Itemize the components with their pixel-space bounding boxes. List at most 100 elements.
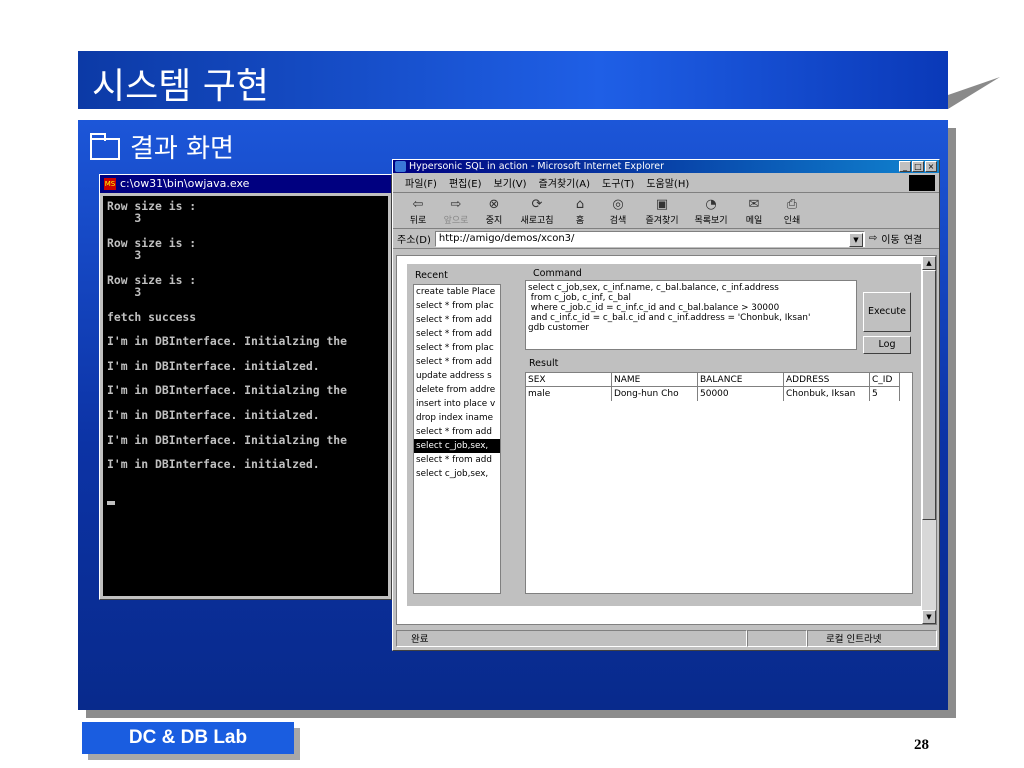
recent-item[interactable]: select * from add — [414, 425, 500, 439]
close-icon[interactable]: × — [925, 161, 937, 172]
execute-button[interactable]: Execute — [863, 292, 911, 332]
recent-label: Recent — [415, 270, 448, 281]
recent-item[interactable]: select * from plac — [414, 341, 500, 355]
menu-bar: 파일(F) 편집(E) 보기(V) 즐겨찾기(A) 도구(T) 도움말(H) — [393, 173, 939, 193]
forward-button[interactable]: ⇨ 앞으로 — [439, 197, 473, 228]
recent-item[interactable]: select * from add — [414, 355, 500, 369]
ie-titlebar[interactable]: Hypersonic SQL in action - Microsoft Int… — [393, 160, 939, 173]
recent-item[interactable]: select * from add — [414, 453, 500, 467]
result-body: male Dong-hun Cho 50000 Chonbuk, Iksan 5 — [526, 387, 912, 401]
home-button[interactable]: ⌂ 홈 — [563, 197, 597, 228]
console-window[interactable]: MS c:\ow31\bin\owjava.exe Row size is : … — [99, 174, 392, 600]
console-output: Row size is : 3 Row size is : 3 Row size… — [103, 196, 388, 596]
stop-label: 중지 — [485, 216, 503, 226]
menu-file[interactable]: 파일(F) — [405, 175, 437, 190]
column-header[interactable]: ADDRESS — [784, 373, 870, 387]
history-label: 목록보기 — [694, 216, 728, 226]
refresh-button[interactable]: ⟳ 새로고침 — [515, 197, 559, 228]
favorites-icon: ▣ — [655, 197, 669, 212]
print-icon: ⎙ — [786, 197, 798, 212]
windows-logo-icon — [909, 175, 935, 191]
console-lines: Row size is : 3 Row size is : 3 Row size… — [107, 199, 348, 472]
scroll-thumb[interactable] — [922, 270, 936, 520]
column-header[interactable]: BALANCE — [698, 373, 784, 387]
msdos-icon: MS — [104, 178, 116, 190]
recent-item[interactable]: delete from addre — [414, 383, 500, 397]
recent-item[interactable]: drop index iname — [414, 411, 500, 425]
mail-icon: ✉ — [748, 197, 760, 212]
back-button[interactable]: ⇦ 뒤로 — [401, 197, 435, 228]
scroll-down-icon[interactable]: ▼ — [922, 610, 936, 624]
ie-window[interactable]: Hypersonic SQL in action - Microsoft Int… — [392, 159, 940, 651]
console-titlebar[interactable]: MS c:\ow31\bin\owjava.exe — [100, 175, 391, 193]
column-header[interactable]: NAME — [612, 373, 698, 387]
result-label: Result — [529, 358, 559, 369]
address-label: 주소(D) — [397, 235, 431, 246]
minimize-icon[interactable]: _ — [899, 161, 911, 172]
search-button[interactable]: ◎ 검색 — [601, 197, 635, 228]
history-icon: ◔ — [705, 197, 717, 212]
menu-tools[interactable]: 도구(T) — [602, 175, 634, 190]
page-vertical-scrollbar[interactable]: ▲ ▼ — [922, 256, 936, 624]
recent-item[interactable]: insert into place v — [414, 397, 500, 411]
menu-favorites[interactable]: 즐겨찾기(A) — [539, 175, 590, 190]
recent-item[interactable]: select * from plac — [414, 299, 500, 313]
log-button[interactable]: Log — [863, 336, 911, 354]
menu-help[interactable]: 도움말(H) — [646, 175, 689, 190]
recent-item[interactable]: select * from add — [414, 327, 500, 341]
folder-icon — [90, 132, 120, 160]
slide-title: 시스템 구현 — [92, 66, 270, 107]
recent-item[interactable]: update address s — [414, 369, 500, 383]
sql-applet: Recent create table Place select * from p… — [407, 264, 921, 606]
maximize-icon[interactable]: □ — [912, 161, 924, 172]
command-textarea[interactable]: select c_job,sex, c_inf.name, c_bal.bala… — [525, 280, 857, 350]
recent-item[interactable]: select c_job,sex, — [414, 439, 500, 453]
result-table: SEX NAME BALANCE ADDRESS C_ID male Dong-hun C… — [525, 372, 913, 594]
address-input[interactable]: http://amigo/demos/xcon3/ — [434, 230, 865, 247]
column-header[interactable]: SEX — [526, 373, 612, 387]
recent-item[interactable]: create table Place — [414, 285, 500, 299]
console-cursor — [107, 501, 115, 506]
slide-title-bar: 시스템 구현 — [78, 51, 948, 109]
forward-label: 앞으로 — [443, 216, 469, 226]
address-bar: 주소(D) http://amigo/demos/xcon3/ ⇨ 이동 연결 — [393, 229, 939, 249]
mail-button[interactable]: ✉ 메일 — [737, 197, 771, 228]
go-arrow-icon: ⇨ — [868, 233, 878, 244]
mail-label: 메일 — [745, 216, 763, 226]
history-button[interactable]: ◔ 목록보기 — [689, 197, 733, 228]
go-button[interactable]: 이동 — [881, 231, 899, 246]
console-title: c:\ow31\bin\owjava.exe — [120, 177, 250, 190]
table-row[interactable]: male Dong-hun Cho 50000 Chonbuk, Iksan 5 — [526, 387, 912, 401]
page-content: Recent create table Place select * from p… — [396, 255, 937, 625]
stop-icon: ⊗ — [488, 197, 500, 212]
favorites-label: 즐겨찾기 — [645, 216, 679, 226]
command-label: Command — [533, 268, 582, 279]
menu-view[interactable]: 보기(V) — [494, 175, 527, 190]
print-button[interactable]: ⎙ 인쇄 — [775, 197, 809, 228]
status-blank — [747, 630, 807, 647]
print-label: 인쇄 — [783, 216, 801, 226]
home-label: 홈 — [575, 216, 585, 226]
subtitle-text: 결과 화면 — [130, 134, 234, 164]
slide-subtitle: 결과 화면 — [90, 128, 234, 165]
recent-item[interactable]: select * from add — [414, 313, 500, 327]
recent-list[interactable]: create table Place select * from plac sele… — [413, 284, 501, 594]
stop-button[interactable]: ⊗ 중지 — [477, 197, 511, 228]
column-header[interactable]: C_ID — [870, 373, 900, 387]
links-button[interactable]: 연결 — [904, 231, 922, 246]
refresh-label: 새로고침 — [520, 216, 554, 226]
ie-title: Hypersonic SQL in action - Microsoft Int… — [409, 161, 664, 172]
window-buttons: _ □ × — [899, 161, 937, 172]
favorites-button[interactable]: ▣ 즐겨찾기 — [639, 197, 685, 228]
table-cell: 5 — [870, 387, 900, 401]
scroll-up-icon[interactable]: ▲ — [922, 256, 936, 270]
table-cell: Dong-hun Cho — [612, 387, 698, 401]
menu-edit[interactable]: 편집(E) — [449, 175, 482, 190]
recent-item[interactable]: select c_job,sex, — [414, 467, 500, 481]
status-text: 완료 — [396, 630, 747, 647]
ie-icon — [395, 161, 406, 172]
search-label: 검색 — [609, 216, 627, 226]
arrow-decoration-icon — [948, 77, 1000, 109]
forward-arrow-icon: ⇨ — [450, 197, 462, 212]
refresh-icon: ⟳ — [531, 197, 543, 212]
